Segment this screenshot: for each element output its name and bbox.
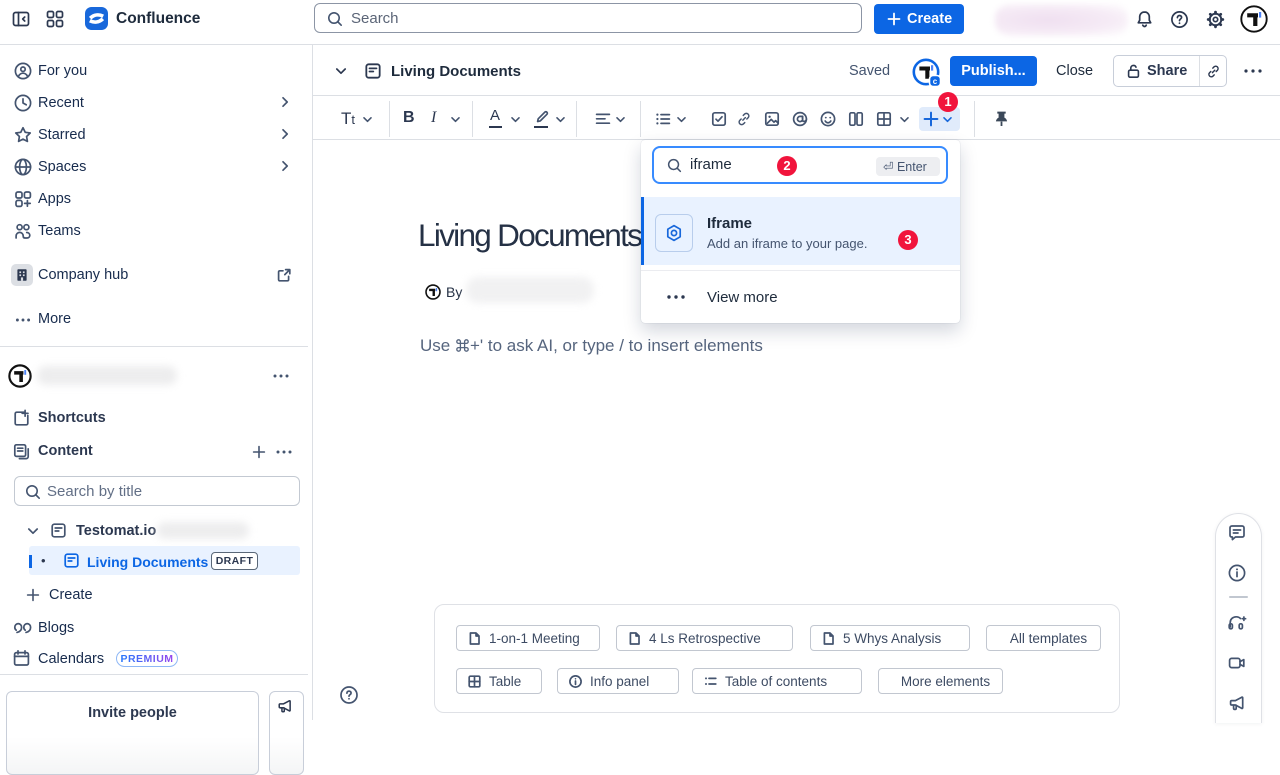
svg-text:c: c: [933, 77, 938, 86]
